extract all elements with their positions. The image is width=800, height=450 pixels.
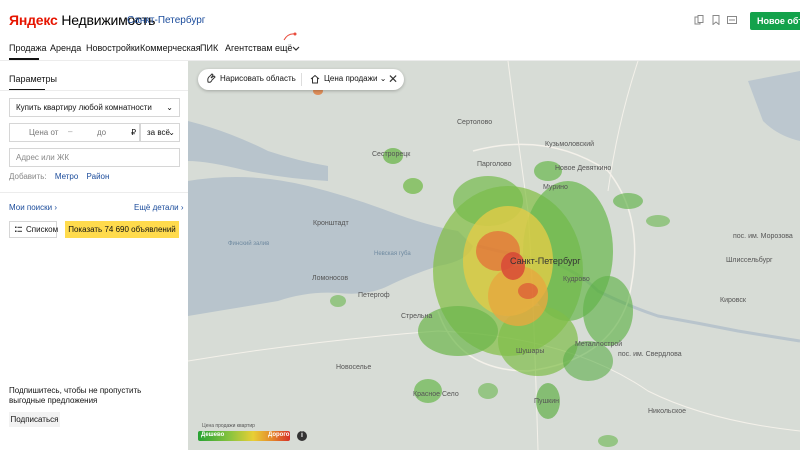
info-icon[interactable]: i bbox=[297, 431, 307, 441]
add-label: Добавить: bbox=[9, 172, 47, 181]
chevron-down-icon: ⌄ bbox=[379, 74, 387, 83]
nav-commercial[interactable]: Коммерческая bbox=[140, 43, 201, 53]
legend-title: Цена продажи квартир bbox=[202, 423, 255, 429]
price-to-input[interactable]: до bbox=[97, 128, 106, 137]
subscribe-text: Подпишитесь, чтобы не пропустить выгодны… bbox=[9, 386, 142, 405]
compare-icon[interactable] bbox=[694, 15, 704, 25]
map-label-metallostroy: Металлострой bbox=[575, 341, 623, 348]
map-label-nikolskoe: Никольское bbox=[648, 408, 687, 415]
draw-hand-icon bbox=[207, 73, 216, 83]
map-label-murino: Мурино bbox=[543, 184, 568, 191]
nav-sale[interactable]: Продажа bbox=[9, 43, 47, 53]
map-label-lomonosov: Ломоносов bbox=[312, 275, 349, 282]
map-label-strelna: Стрельна bbox=[401, 313, 433, 320]
nav-agencies[interactable]: Агентствам bbox=[225, 43, 273, 53]
map-label-sertolovo: Сертолово bbox=[457, 119, 493, 126]
price-from-input[interactable]: Цена от bbox=[29, 128, 58, 137]
price-dash: – bbox=[68, 127, 73, 136]
panel-divider bbox=[0, 90, 188, 91]
list-view-label: Списком bbox=[26, 225, 59, 234]
map-label-gulf2: Финский залив bbox=[228, 241, 270, 247]
legend-expensive: Дорого bbox=[268, 432, 290, 438]
map-toolbar: Нарисовать область Цена продажи ⌄ ✕ bbox=[198, 69, 404, 90]
gulf-water-north bbox=[188, 121, 328, 181]
map-label-sestroretsk: Сестрорецк bbox=[372, 151, 411, 158]
property-type-select[interactable]: Купить квартиру любой комнатности ⌄ bbox=[9, 98, 180, 117]
my-searches-label: Мои поиски bbox=[9, 203, 53, 212]
messages-icon[interactable] bbox=[727, 15, 737, 25]
house-icon bbox=[310, 74, 320, 84]
nav-rent[interactable]: Аренда bbox=[50, 43, 81, 53]
road bbox=[607, 61, 639, 192]
map-label-krasnoe-selo: Красное Село bbox=[413, 391, 459, 398]
legend-cheap: Дешево bbox=[201, 432, 225, 438]
map-label-gulf: Невская губа bbox=[374, 251, 411, 257]
map-label-shlisselburg: Шлиссельбург bbox=[726, 257, 773, 264]
draw-area-button[interactable]: Нарисовать область bbox=[204, 73, 296, 83]
new-ad-button[interactable]: Новое объявление bbox=[750, 12, 800, 30]
nav-new-buildings[interactable]: Новостройки bbox=[86, 43, 140, 53]
currency-sign: ₽ bbox=[131, 128, 137, 137]
price-unit-select[interactable]: за всё ⌄ bbox=[140, 123, 180, 142]
map-label-novoselye: Новоселье bbox=[336, 364, 372, 371]
map-label-sverdlova: пос. им. Свердлова bbox=[618, 351, 682, 358]
chevron-down-icon bbox=[292, 46, 300, 51]
chevron-down-icon: ⌄ bbox=[166, 103, 173, 112]
nav-pik[interactable]: ПИК bbox=[200, 43, 218, 53]
city-selector[interactable]: Санкт-Петербург bbox=[127, 15, 205, 26]
toolbar-divider bbox=[301, 73, 302, 86]
map-label-kudrovo: Кудрово bbox=[563, 276, 590, 283]
lake-water bbox=[748, 71, 800, 141]
chevron-right-icon: › bbox=[180, 203, 184, 212]
map-label-kronshtadt: Кронштадт bbox=[313, 220, 349, 227]
show-results-button[interactable]: Показать 74 690 объявлений bbox=[65, 221, 179, 238]
more-details-label: Ещё детали bbox=[134, 203, 179, 212]
map-label-spb: Санкт-Петербург bbox=[510, 256, 581, 266]
add-metro-link[interactable]: Метро bbox=[55, 172, 79, 181]
add-district-link[interactable]: Район bbox=[87, 172, 110, 181]
panel-divider bbox=[0, 192, 188, 193]
add-filters-row: Добавить: Метро Район bbox=[9, 172, 109, 181]
price-range: Цена от – до ₽ bbox=[9, 123, 140, 142]
main-nav: Продажа Аренда Новостройки Коммерческая … bbox=[0, 32, 800, 60]
sale-price-label: Цена продажи bbox=[324, 74, 378, 83]
map-canvas bbox=[188, 61, 800, 450]
map-label-kirovsk: Кировск bbox=[720, 297, 746, 304]
address-input[interactable]: Адрес или ЖК bbox=[9, 148, 180, 167]
bookmark-icon[interactable] bbox=[711, 15, 721, 25]
map-label-pushkin: Пушкин bbox=[534, 398, 559, 405]
map-label-petergof: Петергоф bbox=[358, 292, 390, 299]
list-icon bbox=[15, 226, 22, 232]
logo-brand: Яндекс bbox=[9, 12, 58, 28]
map-label-kuzmolovsky: Кузьмоловский bbox=[545, 141, 595, 148]
sale-price-layer-select[interactable]: Цена продажи ⌄ bbox=[308, 74, 387, 84]
chevron-right-icon: › bbox=[54, 203, 58, 212]
draw-area-label: Нарисовать область bbox=[220, 74, 296, 83]
price-unit-value: за всё bbox=[147, 128, 170, 137]
subscribe-button[interactable]: Подписаться bbox=[9, 412, 60, 427]
new-year-decoration-icon bbox=[283, 32, 297, 41]
chevron-down-icon: ⌄ bbox=[168, 128, 175, 137]
map-label-novoe-devyatkino: Новое Девяткино bbox=[555, 165, 612, 172]
map-label-morozova: пос. им. Морозова bbox=[733, 233, 793, 240]
map-label-pargolovo: Парголово bbox=[477, 161, 512, 168]
map[interactable]: Сертолово Кузьмоловский Сестрорецк Парго… bbox=[188, 61, 800, 450]
list-view-button[interactable]: Списком bbox=[9, 221, 59, 238]
header: Яндекс Недвижимость Санкт-Петербург Ново… bbox=[0, 0, 800, 38]
close-icon[interactable]: ✕ bbox=[388, 72, 398, 86]
map-label-shushary: Шушары bbox=[516, 348, 545, 355]
nav-more[interactable]: ещё bbox=[275, 43, 292, 53]
property-type-value: Купить квартиру любой комнатности bbox=[16, 103, 152, 112]
my-searches-link[interactable]: Мои поиски › bbox=[9, 203, 57, 212]
params-tab[interactable]: Параметры bbox=[9, 74, 57, 84]
more-details-link[interactable]: Ещё детали › bbox=[134, 203, 184, 212]
